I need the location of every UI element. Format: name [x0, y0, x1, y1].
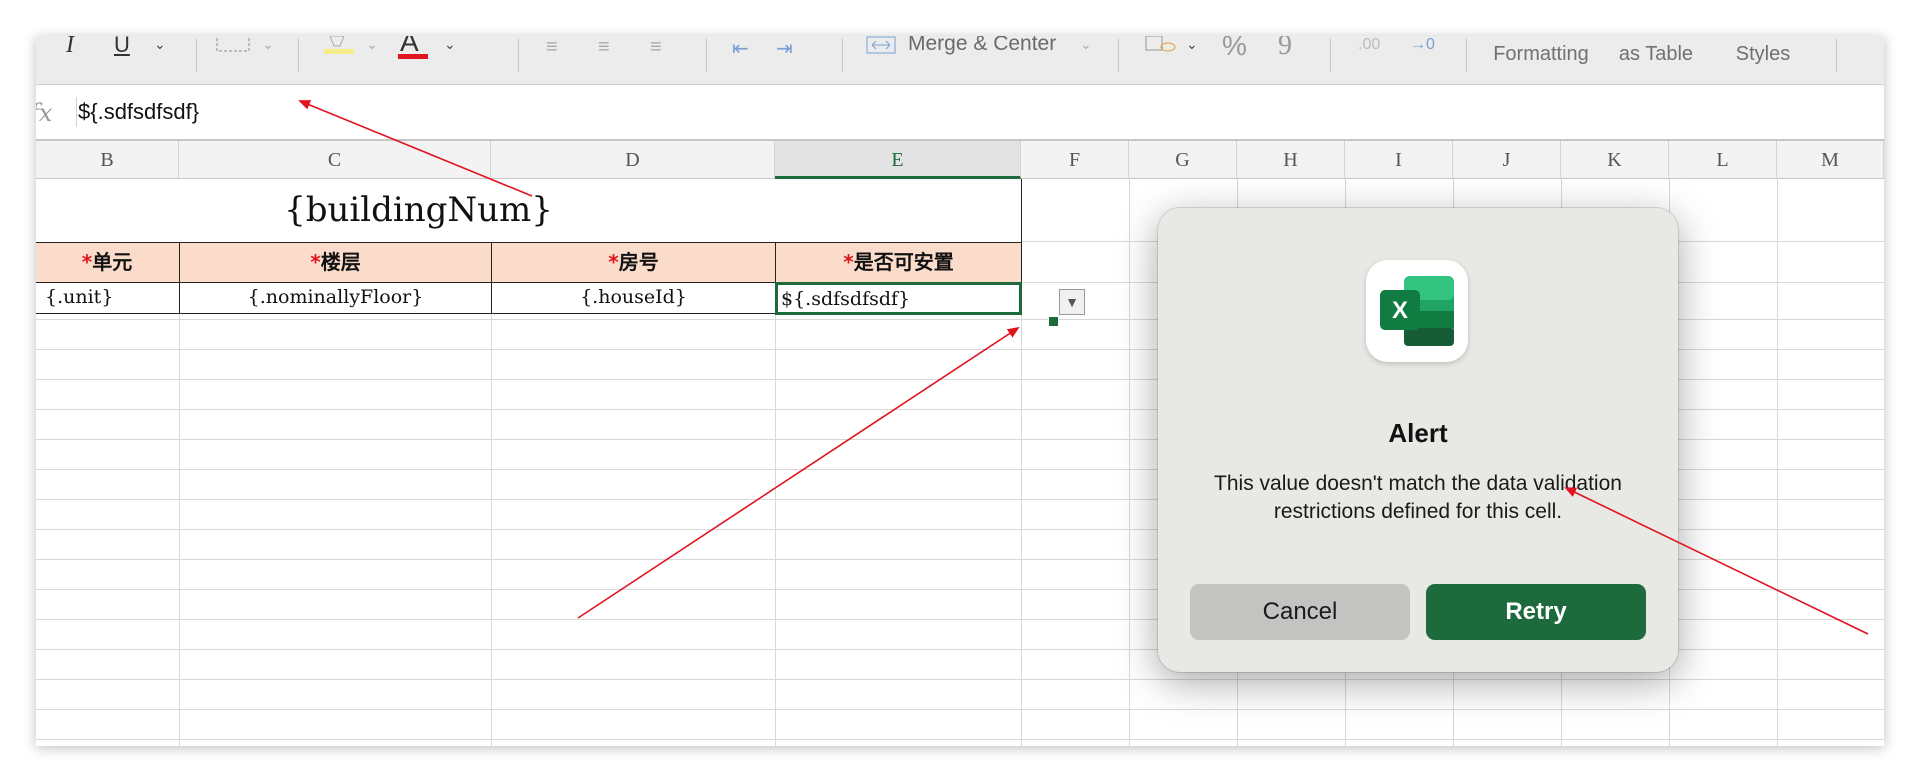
cancel-button[interactable]: Cancel: [1190, 584, 1410, 640]
excel-app-icon: X: [1366, 260, 1468, 362]
title-cell[interactable]: {buildingNum}: [36, 179, 1022, 243]
divider: [1118, 38, 1119, 72]
header-label: 楼层: [320, 250, 361, 274]
divider: [196, 38, 197, 72]
grid-line: [36, 709, 1884, 710]
grid-line: [36, 739, 1884, 740]
align-right-icon[interactable]: ≡: [650, 36, 662, 59]
column-header-m[interactable]: M: [1777, 141, 1884, 179]
merge-center-button[interactable]: Merge & Center: [908, 36, 1056, 56]
increase-decimal-icon[interactable]: .00: [1358, 36, 1380, 54]
decrease-indent-icon[interactable]: ⇤: [732, 36, 749, 61]
divider: [518, 38, 519, 72]
data-cell-house[interactable]: {.houseId}: [491, 282, 776, 314]
title-text: {buildingNum}: [284, 190, 553, 230]
required-star: *: [843, 250, 854, 274]
active-cell[interactable]: ${.sdfsdfsdf}: [775, 282, 1022, 315]
number-format-icon[interactable]: [1144, 36, 1180, 62]
divider: [1330, 38, 1331, 72]
header-label: 单元: [92, 250, 133, 274]
merge-icon[interactable]: [866, 36, 896, 62]
decrease-decimal-icon[interactable]: →0: [1410, 36, 1435, 54]
column-header-f[interactable]: F: [1021, 141, 1129, 179]
chevron-down-icon[interactable]: ⌄: [366, 36, 378, 53]
grid-line: [1129, 179, 1130, 746]
fx-icon[interactable]: fx: [36, 99, 52, 127]
conditional-formatting-button[interactable]: Conditional Formatting: [1486, 36, 1596, 66]
divider: [842, 38, 843, 72]
chevron-down-icon[interactable]: ⌄: [1080, 36, 1092, 53]
required-star: *: [608, 250, 619, 274]
percent-button[interactable]: %: [1222, 36, 1247, 62]
comma-button[interactable]: 9: [1278, 36, 1292, 62]
excel-letter: X: [1392, 297, 1408, 324]
dialog-message: This value doesn't match the data valida…: [1214, 472, 1622, 523]
header-label: 是否可安置: [853, 250, 954, 274]
chevron-down-icon[interactable]: ⌄: [262, 36, 274, 53]
header-cell-unit[interactable]: *单元: [36, 242, 180, 283]
column-header-b[interactable]: B: [36, 141, 179, 179]
data-cell-unit[interactable]: {.unit}: [36, 282, 180, 314]
required-star: *: [81, 250, 93, 274]
required-star: *: [310, 250, 321, 274]
column-header-i[interactable]: I: [1345, 141, 1453, 179]
header-cell-house[interactable]: *房号: [491, 242, 776, 283]
column-header-l[interactable]: L: [1669, 141, 1777, 179]
chevron-down-icon[interactable]: ⌄: [444, 36, 456, 53]
increase-indent-icon[interactable]: ⇥: [776, 36, 793, 61]
font-color-swatch: [398, 54, 428, 59]
underline-button[interactable]: U: [114, 36, 130, 58]
column-header-h[interactable]: H: [1237, 141, 1345, 179]
column-header-d[interactable]: D: [491, 141, 775, 179]
data-cell-floor[interactable]: {.nominallyFloor}: [179, 282, 492, 314]
column-header-j[interactable]: J: [1453, 141, 1561, 179]
cell-styles-button[interactable]: Cell Styles: [1728, 36, 1798, 66]
alert-dialog: X Alert This value doesn't match the dat…: [1158, 208, 1678, 672]
divider: [1466, 38, 1467, 72]
divider: [1836, 38, 1837, 72]
ribbon: I U ⌄ ⌄ ⌄ A ⌄ ≡ ≡ ≡ ⇤ ⇥ Merge & Center ⌄: [36, 36, 1884, 85]
format-as-table-button[interactable]: Format as Table: [1616, 36, 1696, 66]
header-cell-floor[interactable]: *楼层: [179, 242, 492, 283]
align-left-icon[interactable]: ≡: [546, 36, 558, 59]
borders-icon[interactable]: [216, 36, 250, 60]
header-label: 房号: [618, 250, 659, 274]
align-center-icon[interactable]: ≡: [598, 36, 610, 59]
grid-line: [36, 679, 1884, 680]
fill-color-icon[interactable]: [322, 36, 356, 62]
column-header-k[interactable]: K: [1561, 141, 1669, 179]
chevron-down-icon[interactable]: ⌄: [1186, 36, 1198, 53]
column-header-c[interactable]: C: [179, 141, 491, 179]
divider: [76, 97, 77, 127]
header-cell-resettle[interactable]: *是否可安置: [775, 242, 1022, 283]
retry-button[interactable]: Retry: [1426, 584, 1646, 640]
formula-input[interactable]: ${.sdfsdfsdf}: [78, 99, 199, 125]
divider: [706, 38, 707, 72]
divider: [298, 38, 299, 72]
formula-bar: fx ${.sdfsdfsdf}: [36, 85, 1884, 141]
fill-handle[interactable]: [1048, 316, 1059, 327]
chevron-down-icon[interactable]: ⌄: [154, 36, 166, 53]
italic-button[interactable]: I: [66, 36, 74, 59]
validation-dropdown-button[interactable]: ▼: [1059, 289, 1085, 315]
column-header-g[interactable]: G: [1129, 141, 1237, 179]
column-header-e[interactable]: E: [775, 141, 1021, 179]
excel-window: I U ⌄ ⌄ ⌄ A ⌄ ≡ ≡ ≡ ⇤ ⇥ Merge & Center ⌄: [36, 36, 1884, 746]
dialog-title: Alert: [1388, 418, 1448, 448]
grid-line: [1777, 179, 1778, 746]
